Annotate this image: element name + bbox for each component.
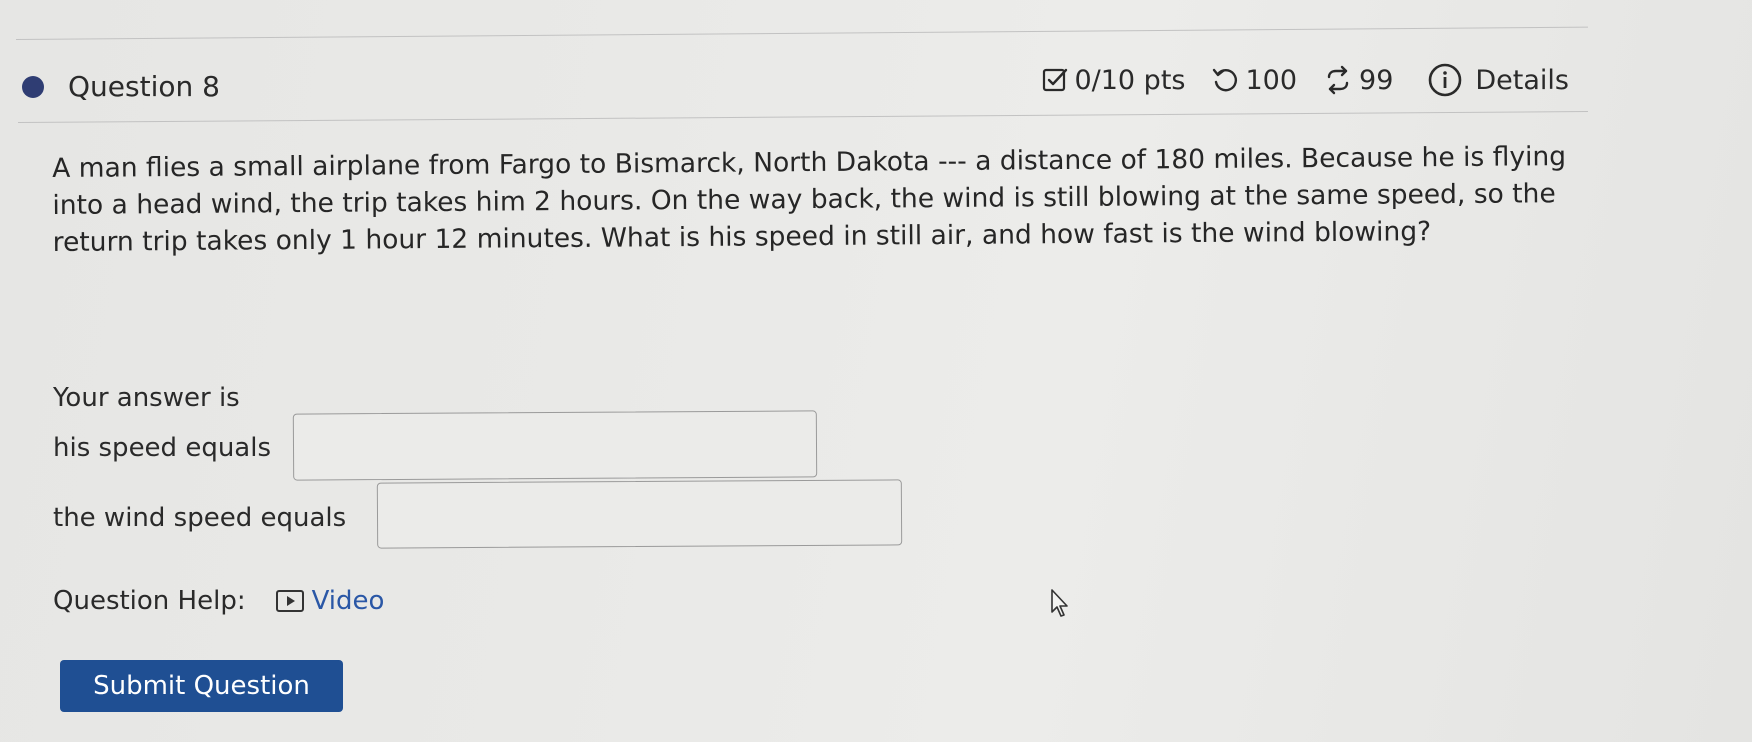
retries-group: 100 xyxy=(1211,65,1297,96)
video-link-label: Video xyxy=(311,586,385,616)
question-text: A man flies a small airplane from Fargo … xyxy=(52,141,1567,258)
speed-label: his speed equals xyxy=(53,433,272,463)
wind-speed-input[interactable] xyxy=(376,479,903,549)
video-help-link[interactable]: Video xyxy=(275,586,385,616)
details-label: Details xyxy=(1475,64,1569,96)
question-help-label: Question Help: xyxy=(53,586,246,616)
header-divider xyxy=(18,111,1588,123)
question-help: Question Help: Video xyxy=(53,586,384,616)
retries-count: 100 xyxy=(1245,64,1298,96)
undo-icon xyxy=(1211,66,1239,94)
top-divider xyxy=(16,26,1588,40)
question-title: Question 8 xyxy=(68,70,220,103)
repeat-icon xyxy=(1323,65,1353,95)
mouse-cursor-icon xyxy=(1050,588,1072,622)
speed-input[interactable] xyxy=(292,410,818,481)
score-text: 0/10 pts xyxy=(1074,64,1186,96)
question-status-dot xyxy=(22,76,44,98)
video-icon xyxy=(275,590,304,612)
wind-speed-label: the wind speed equals xyxy=(53,503,347,533)
check-square-icon xyxy=(1042,67,1068,93)
answer-intro: Your answer is xyxy=(53,383,240,413)
details-toggle[interactable]: Details xyxy=(1427,62,1569,98)
attempts-group: 99 xyxy=(1323,65,1393,96)
info-icon xyxy=(1427,62,1463,98)
attempts-count: 99 xyxy=(1359,64,1394,96)
submit-question-button[interactable]: Submit Question xyxy=(60,660,343,712)
score-group: 0/10 pts xyxy=(1042,65,1185,96)
question-meta-bar: 0/10 pts 100 99 Details xyxy=(1042,62,1569,98)
